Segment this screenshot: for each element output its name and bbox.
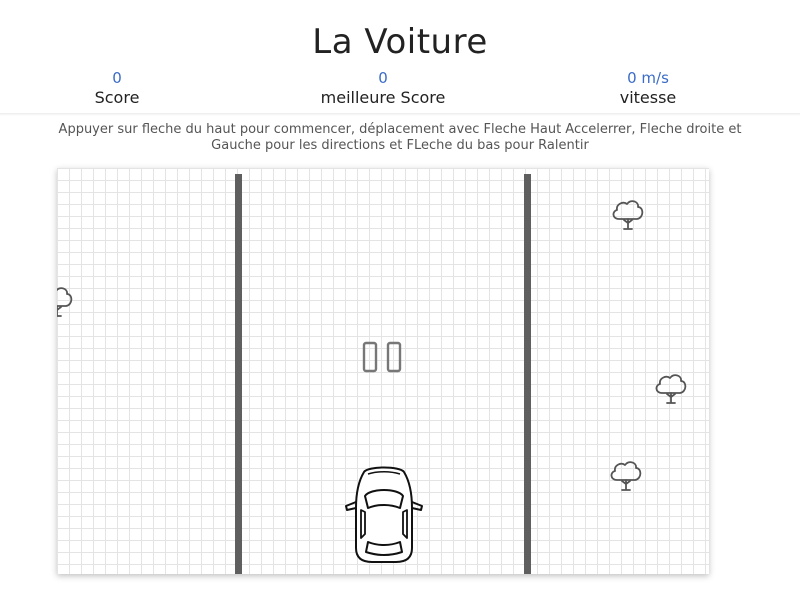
stats-bar: 0 Score 0 meilleure Score 0 m/s vitesse: [0, 68, 800, 114]
tree-icon: [57, 284, 76, 318]
best-score-value: 0: [378, 69, 388, 87]
score-label: Score: [94, 88, 140, 107]
tree-icon: [652, 371, 690, 405]
score-value: 0: [112, 69, 122, 87]
game-canvas[interactable]: [57, 168, 709, 574]
instructions-line-1: Appuyer sur fleche du haut pour commence…: [58, 122, 742, 137]
stats-divider: [0, 113, 800, 116]
score-stat: 0 Score: [17, 68, 217, 108]
speed-label: vitesse: [619, 88, 677, 107]
road-right-line: [524, 174, 531, 574]
pause-icon[interactable]: [362, 340, 404, 374]
best-score-stat: 0 meilleure Score: [283, 68, 483, 108]
speed-value: 0 m/s: [627, 69, 669, 87]
page: La Voiture 0 Score 0 meilleure Score 0 m…: [0, 0, 800, 600]
tree-icon: [607, 458, 645, 492]
car-icon: [338, 464, 430, 564]
best-score-label: meilleure Score: [320, 88, 446, 107]
instructions-text: Appuyer sur fleche du haut pour commence…: [0, 122, 800, 154]
speed-stat: 0 m/s vitesse: [548, 68, 748, 108]
instructions-line-2: Gauche pour les directions et FLeche du …: [211, 138, 589, 153]
road-left-line: [235, 174, 242, 574]
page-title: La Voiture: [312, 22, 488, 62]
tree-icon: [609, 197, 647, 231]
